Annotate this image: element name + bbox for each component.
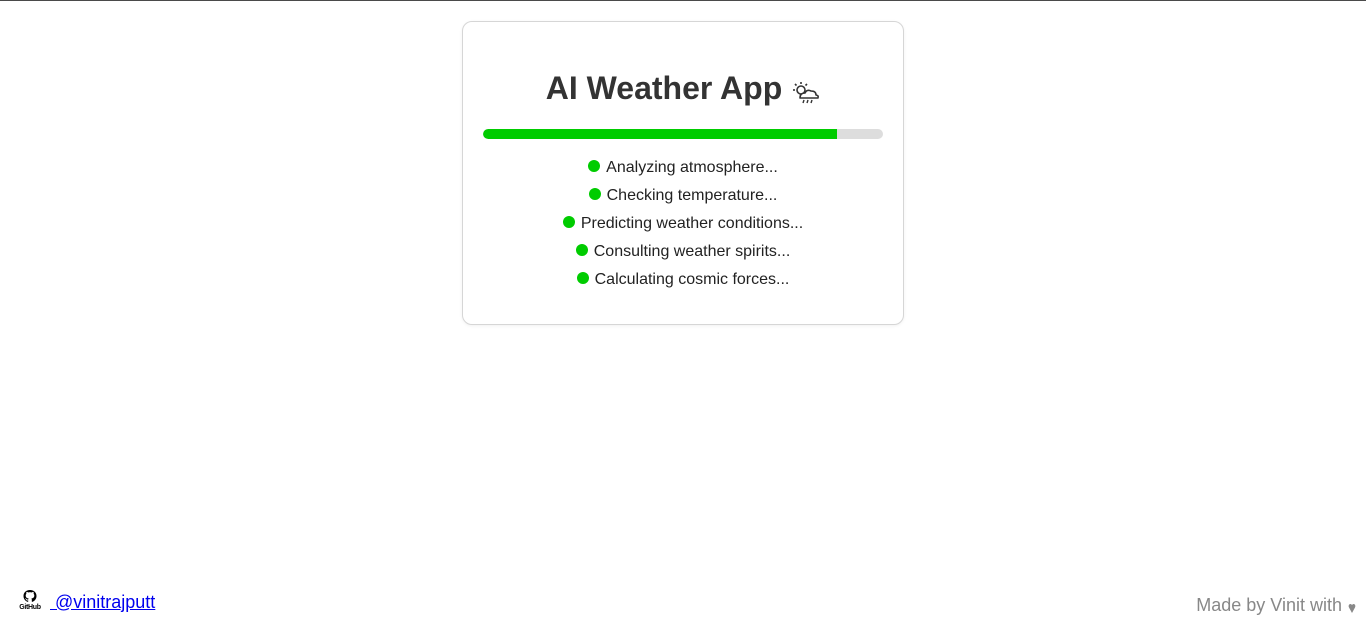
loading-step: Consulting weather spirits... (463, 238, 903, 266)
status-dot-icon (575, 244, 588, 256)
status-dot-icon (588, 188, 601, 200)
github-icon[interactable]: GitHub (16, 589, 44, 615)
cloud-rain-sun-icon (790, 74, 820, 103)
heart-icon (1348, 599, 1356, 613)
loading-steps-list: Analyzing atmosphere... Checking temperat… (463, 154, 903, 294)
github-credit: GitHub @vinitrajputt (16, 589, 155, 615)
status-dot-icon (588, 160, 601, 172)
loading-step-label: Calculating cosmic forces... (594, 271, 790, 288)
loading-step-label: Consulting weather spirits... (593, 243, 791, 260)
loading-step: Predicting weather conditions... (463, 210, 903, 238)
app-title: AI Weather App (463, 66, 903, 110)
status-dot-icon (562, 216, 575, 228)
loading-step: Calculating cosmic forces... (463, 266, 903, 294)
loading-step-label: Analyzing atmosphere... (606, 159, 778, 176)
made-by-text: Made by Vinit with (1196, 595, 1342, 615)
loading-card: AI Weather App Analyzing atmosphere... Ch… (462, 21, 904, 325)
status-dot-icon (576, 272, 589, 284)
loading-step-label: Checking temperature... (606, 187, 778, 204)
progress-bar-fill (483, 129, 837, 139)
progress-bar (483, 129, 883, 139)
page: AI Weather App Analyzing atmosphere... Ch… (0, 0, 1366, 626)
loading-step: Checking temperature... (463, 182, 903, 210)
github-profile-link[interactable]: @vinitrajputt (50, 592, 155, 613)
loading-step-label: Predicting weather conditions... (580, 215, 804, 232)
loading-step: Analyzing atmosphere... (463, 154, 903, 182)
github-icon-text: GitHub (19, 604, 41, 611)
app-title-text: AI Weather App (545, 70, 783, 106)
made-by-credit: Made by Vinit with (1196, 595, 1356, 616)
